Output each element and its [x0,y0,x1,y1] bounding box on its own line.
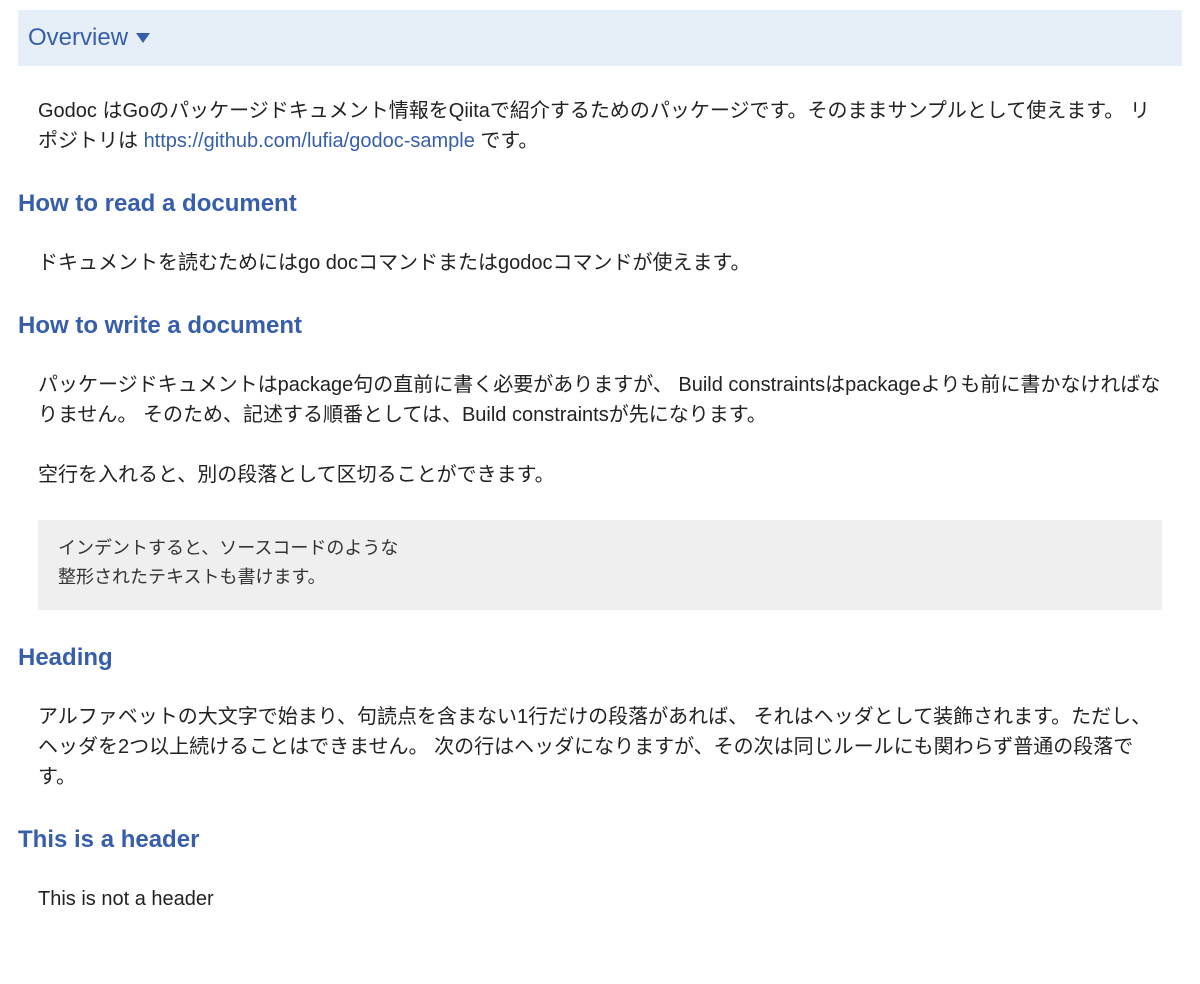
write-paragraph-2: 空行を入れると、別の段落として区切ることができます。 [38,460,1162,490]
repo-link[interactable]: https://github.com/lufia/godoc-sample [144,130,475,152]
code-block: インデントすると、ソースコードのような 整形されたテキストも書けます。 [38,520,1162,610]
heading-paragraph: アルファベットの大文字で始まり、句読点を含まない1行だけの段落があれば、 それは… [38,702,1162,792]
overview-toggle[interactable]: Overview [18,10,1182,66]
not-header-paragraph: This is not a header [38,884,1162,914]
write-paragraph-1: パッケージドキュメントはpackage句の直前に書く必要がありますが、 Buil… [38,370,1162,430]
chevron-down-icon [136,33,150,43]
section-heading-read: How to read a document [18,186,1162,222]
section-heading-this-is-a-header: This is a header [18,822,1162,858]
read-paragraph: ドキュメントを読むためにはgo docコマンドまたはgodocコマンドが使えます… [38,248,1162,278]
intro-paragraph: Godoc はGoのパッケージドキュメント情報をQiitaで紹介するためのパッケ… [38,96,1162,156]
intro-text-after: です。 [475,130,539,152]
section-heading-write: How to write a document [18,308,1162,344]
section-heading-heading: Heading [18,640,1162,676]
overview-label: Overview [28,20,128,56]
